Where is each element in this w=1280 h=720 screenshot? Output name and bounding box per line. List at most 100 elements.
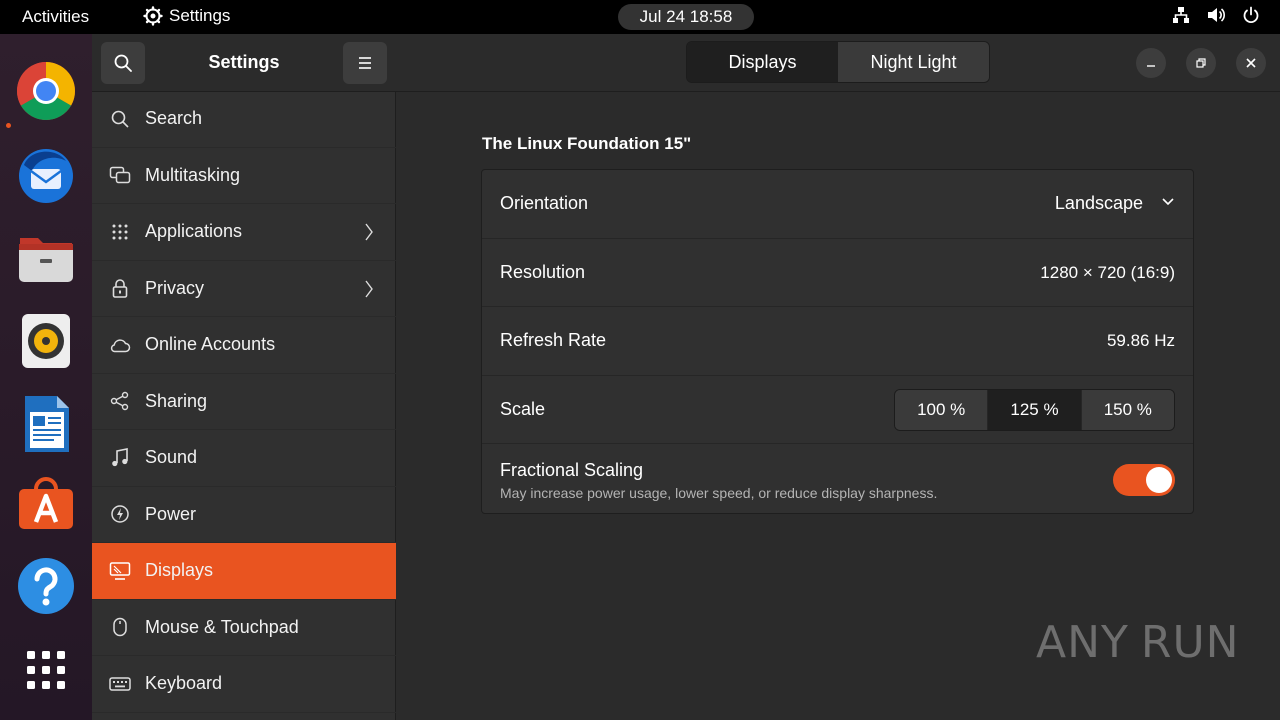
scale-label: Scale xyxy=(500,398,546,419)
help-icon xyxy=(18,558,74,614)
fractional-scaling-row: Fractional Scaling May increase power us… xyxy=(482,444,1193,514)
view-switcher: Displays Night Light xyxy=(686,41,990,83)
dock-item-show-apps[interactable] xyxy=(16,640,76,700)
close-icon xyxy=(1246,58,1256,68)
refresh-rate-value: 59.86 Hz xyxy=(1106,331,1175,350)
sidebar-item-label: Mouse & Touchpad xyxy=(145,616,299,637)
toggle-knob xyxy=(1146,467,1172,493)
minimize-icon xyxy=(1147,65,1155,67)
power-icon xyxy=(109,503,131,525)
close-button[interactable] xyxy=(1236,48,1266,78)
dock-item-files[interactable] xyxy=(16,228,76,288)
mouse-icon xyxy=(109,616,131,638)
scale-150-button[interactable]: 150 % xyxy=(1081,389,1174,430)
maximize-button[interactable] xyxy=(1186,48,1216,78)
display-icon xyxy=(109,560,131,582)
app-center-icon xyxy=(19,477,73,529)
sidebar-item-mouse-touchpad[interactable]: Mouse & Touchpad xyxy=(92,600,396,656)
sidebar-item-sharing[interactable]: Sharing xyxy=(92,374,396,430)
apps-grid-icon xyxy=(109,221,131,243)
orientation-dropdown[interactable]: Landscape xyxy=(1055,193,1143,214)
files-icon xyxy=(19,238,73,282)
music-note-icon xyxy=(109,447,131,469)
fractional-scaling-label: Fractional Scaling xyxy=(500,460,644,480)
network-icon xyxy=(1173,7,1189,23)
hamburger-menu-icon xyxy=(359,57,371,69)
keyboard-icon xyxy=(109,673,131,695)
thunderbird-icon xyxy=(19,149,73,203)
scale-row: Scale 100 % 125 % 150 % xyxy=(482,376,1193,444)
scale-125-button[interactable]: 125 % xyxy=(988,389,1082,430)
content-header: Displays Night Light xyxy=(396,34,1280,92)
sidebar-item-label: Keyboard xyxy=(145,673,223,694)
resolution-value: 1280 × 720 (16:9) xyxy=(1040,262,1175,282)
show-apps-icon xyxy=(27,651,65,689)
refresh-rate-label: Refresh Rate xyxy=(500,330,607,350)
app-menu[interactable]: Settings xyxy=(143,6,230,26)
settings-nav-list: Search Multitasking Applications Privacy xyxy=(92,91,396,713)
power-menu-icon xyxy=(1243,6,1259,24)
sidebar-item-displays[interactable]: Displays xyxy=(92,543,396,600)
sidebar-item-sound[interactable]: Sound xyxy=(92,430,396,487)
system-tray[interactable] xyxy=(1172,6,1260,24)
display-settings-card: Orientation Landscape Resolution 1280 × … xyxy=(481,169,1194,514)
share-icon xyxy=(109,390,131,412)
dock-item-chrome[interactable] xyxy=(16,61,76,121)
dock xyxy=(0,34,92,720)
dock-item-app-center[interactable] xyxy=(16,475,76,535)
libreoffice-writer-icon xyxy=(25,396,69,452)
sidebar-item-label: Applications xyxy=(145,221,243,242)
multitasking-icon xyxy=(109,164,131,186)
tab-night-light[interactable]: Night Light xyxy=(838,42,989,82)
sidebar-item-online-accounts[interactable]: Online Accounts xyxy=(92,317,396,374)
sidebar-header: Settings xyxy=(92,34,396,92)
sidebar-item-label: Privacy xyxy=(145,277,205,298)
chrome-icon xyxy=(17,62,75,120)
app-menu-label: Settings xyxy=(169,6,231,25)
sidebar-item-power[interactable]: Power xyxy=(92,487,396,543)
sidebar-item-search[interactable]: Search xyxy=(92,91,396,148)
scale-button-group: 100 % 125 % 150 % xyxy=(894,388,1175,431)
main-menu-button[interactable] xyxy=(343,42,387,84)
refresh-rate-row[interactable]: Refresh Rate 59.86 Hz xyxy=(482,307,1193,376)
sidebar-item-multitasking[interactable]: Multitasking xyxy=(92,148,396,204)
running-indicator xyxy=(6,123,11,128)
activities-button[interactable]: Activities xyxy=(22,7,89,27)
minimize-button[interactable] xyxy=(1136,48,1166,78)
gear-icon xyxy=(143,6,163,26)
chevron-right-icon xyxy=(365,280,373,297)
sidebar-item-label: Sound xyxy=(145,447,198,468)
sidebar-item-label: Power xyxy=(145,503,197,524)
orientation-label: Orientation xyxy=(500,193,589,213)
orientation-row[interactable]: Orientation Landscape xyxy=(482,170,1193,239)
sidebar-item-label: Sharing xyxy=(145,390,208,411)
sidebar-item-keyboard[interactable]: Keyboard xyxy=(92,656,396,713)
chevron-right-icon xyxy=(365,223,373,241)
sidebar-item-label: Multitasking xyxy=(145,164,241,185)
display-name: The Linux Foundation 15" xyxy=(482,134,692,153)
clock[interactable]: Jul 24 18:58 xyxy=(618,4,754,30)
watermark-right: RUN xyxy=(1140,616,1240,668)
dock-item-rhythmbox[interactable] xyxy=(16,311,76,371)
sidebar-item-label: Displays xyxy=(145,560,214,581)
restore-icon xyxy=(1196,58,1206,68)
settings-sidebar: Settings Search Multitasking Application… xyxy=(92,34,396,720)
rhythmbox-icon xyxy=(22,314,70,368)
displays-panel: Displays Night Light The Linux Foundatio… xyxy=(396,34,1280,720)
watermark-left: ANY xyxy=(1036,616,1129,668)
tab-displays[interactable]: Displays xyxy=(687,42,838,82)
fractional-scaling-description: May increase power usage, lower speed, o… xyxy=(500,485,938,501)
sidebar-item-applications[interactable]: Applications xyxy=(92,204,396,261)
search-icon xyxy=(109,108,131,130)
resolution-row[interactable]: Resolution 1280 × 720 (16:9) xyxy=(482,239,1193,307)
dock-item-writer[interactable] xyxy=(16,394,76,454)
chevron-down-icon xyxy=(1162,198,1174,206)
sidebar-item-label: Search xyxy=(145,108,203,129)
dock-item-help[interactable] xyxy=(16,556,76,616)
volume-icon xyxy=(1208,8,1226,22)
sidebar-item-privacy[interactable]: Privacy xyxy=(92,261,396,317)
dock-item-thunderbird[interactable] xyxy=(16,145,76,205)
scale-100-button[interactable]: 100 % xyxy=(895,389,989,430)
lock-icon xyxy=(109,277,131,299)
fractional-scaling-toggle[interactable] xyxy=(1113,464,1175,496)
